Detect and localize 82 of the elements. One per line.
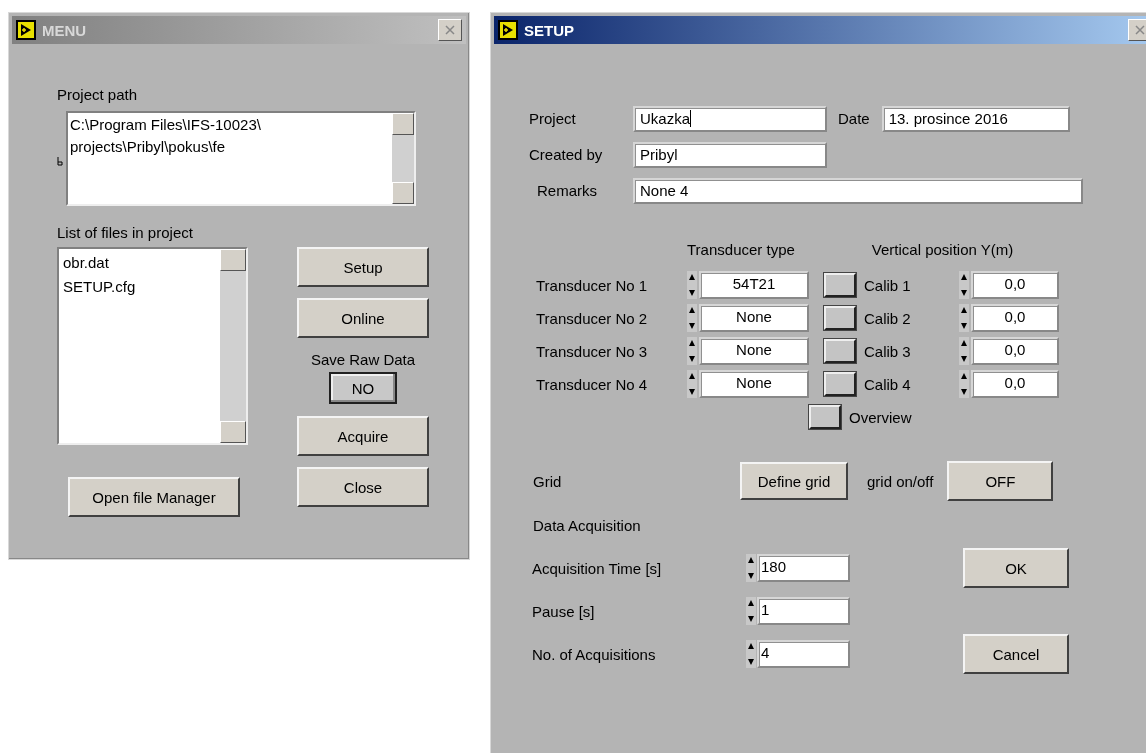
- spinner-icon[interactable]: [959, 337, 969, 365]
- project-field[interactable]: Ukazka: [633, 105, 827, 132]
- overview-label: Overview: [848, 408, 913, 426]
- overview-button[interactable]: [809, 405, 841, 429]
- acquisition-field[interactable]: 1: [757, 597, 850, 625]
- spinner-icon[interactable]: [687, 304, 697, 332]
- transducer-type-field[interactable]: 54T21: [699, 271, 809, 299]
- file-item[interactable]: obr.dat: [63, 251, 216, 275]
- app-icon: [16, 20, 36, 40]
- spinner-icon[interactable]: [746, 554, 756, 582]
- transducer-label: Transducer No 3: [535, 342, 649, 360]
- project-label: Project: [529, 110, 577, 127]
- scrollbar[interactable]: [220, 249, 246, 443]
- created-by-field[interactable]: Pribyl: [633, 141, 827, 168]
- spinner-icon[interactable]: [746, 597, 756, 625]
- transducer-type-field[interactable]: None: [699, 337, 809, 365]
- spinner-icon[interactable]: [687, 370, 697, 398]
- close-icon: [1134, 24, 1146, 36]
- acquisition-field[interactable]: 4: [757, 640, 850, 668]
- calib-button[interactable]: [824, 273, 856, 297]
- menu-button[interactable]: Setup: [297, 247, 429, 287]
- section-heading: Data Acquisition: [533, 517, 642, 534]
- grid-toggle[interactable]: OFF: [947, 461, 1054, 501]
- scrollbar[interactable]: [392, 113, 414, 204]
- menu-button[interactable]: Online: [297, 298, 429, 338]
- column-header: Transducer type: [687, 241, 795, 260]
- menu-button[interactable]: Close: [297, 467, 429, 507]
- transducer-type-field[interactable]: None: [699, 370, 809, 398]
- date-field[interactable]: 13. prosince 2016: [881, 105, 1070, 132]
- spinner-icon[interactable]: [687, 337, 697, 365]
- grid-toggle-label: grid on/off: [867, 472, 934, 490]
- path-icon: [57, 156, 63, 167]
- cancel-button[interactable]: Cancel: [963, 634, 1069, 674]
- acquisition-field[interactable]: 180: [757, 554, 850, 582]
- transducer-type-field[interactable]: None: [699, 304, 809, 332]
- calib-label: Calib 2: [863, 309, 912, 327]
- calib-label: Calib 4: [863, 375, 912, 393]
- spinner-icon[interactable]: [687, 271, 697, 299]
- menu-button[interactable]: Acquire: [297, 416, 429, 456]
- transducer-label: Transducer No 4: [535, 375, 649, 393]
- define-grid-button[interactable]: Define grid: [740, 462, 848, 500]
- save-raw-toggle[interactable]: NO: [329, 372, 397, 404]
- acquisition-label: Acquisition Time [s]: [531, 559, 663, 577]
- remarks-field[interactable]: None 4: [633, 177, 1083, 204]
- calib-label: Calib 1: [863, 276, 912, 294]
- spinner-icon[interactable]: [959, 304, 969, 332]
- spinner-icon[interactable]: [959, 271, 969, 299]
- window-title: MENU: [42, 21, 88, 39]
- calib-button[interactable]: [824, 339, 856, 363]
- grid-label: Grid: [532, 472, 563, 490]
- calib-button[interactable]: [824, 372, 856, 396]
- path-line: C:\Program Files\IFS-10023\: [70, 115, 262, 135]
- acquisition-label: No. of Acquisitions: [531, 645, 657, 663]
- path-line: projects\Pribyl\pokus\fe: [70, 137, 227, 157]
- ok-button[interactable]: OK: [963, 548, 1069, 588]
- project-path-label: Project path: [57, 86, 139, 103]
- spinner-icon[interactable]: [746, 640, 756, 668]
- file-item[interactable]: SETUP.cfg: [63, 275, 216, 299]
- remarks-label: Remarks: [536, 182, 598, 199]
- path-field[interactable]: C:\Program Files\IFS-10023\ projects\Pribyl\pokus\fe: [66, 111, 416, 206]
- close-icon: [444, 24, 456, 36]
- close-button[interactable]: [1128, 19, 1146, 41]
- position-field[interactable]: 0,0: [971, 304, 1059, 332]
- column-header: Vertical position Y(m): [871, 241, 1014, 260]
- spinner-icon[interactable]: [959, 370, 969, 398]
- open-file-manager-button[interactable]: Open file Manager: [68, 477, 240, 517]
- transducer-label: Transducer No 1: [535, 276, 649, 294]
- calib-button[interactable]: [824, 306, 856, 330]
- files-label: List of files in project: [57, 224, 194, 241]
- position-field[interactable]: 0,0: [971, 370, 1059, 398]
- acquisition-label: Pause [s]: [531, 602, 596, 620]
- date-label: Date: [838, 110, 870, 127]
- calib-label: Calib 3: [863, 342, 912, 360]
- save-raw-label: Save Raw Data: [310, 351, 416, 368]
- position-field[interactable]: 0,0: [971, 337, 1059, 365]
- file-list[interactable]: obr.dat SETUP.cfg: [57, 247, 248, 445]
- window-title: SETUP: [524, 21, 575, 39]
- position-field[interactable]: 0,0: [971, 271, 1059, 299]
- transducer-label: Transducer No 2: [535, 309, 649, 327]
- close-button[interactable]: [438, 19, 462, 41]
- created-by-label: Created by: [529, 146, 604, 163]
- app-icon: [498, 20, 518, 40]
